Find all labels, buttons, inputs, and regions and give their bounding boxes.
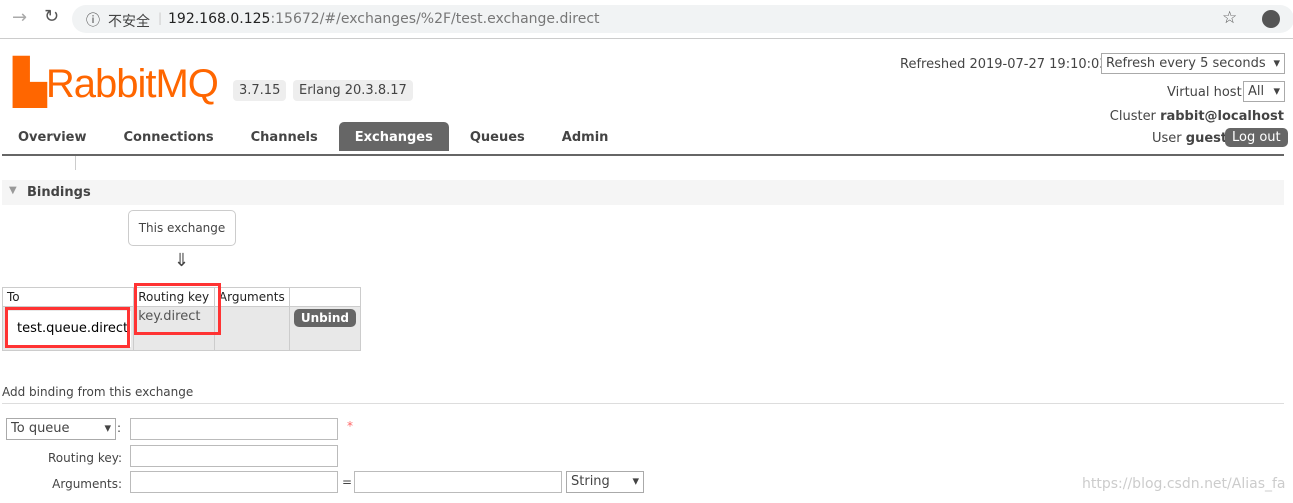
star-icon[interactable]: ☆ (1222, 8, 1237, 28)
add-binding-title: Add binding from this exchange (2, 385, 194, 399)
destination-input[interactable] (130, 418, 338, 440)
arguments-label: Arguments: (52, 477, 122, 491)
argument-value-input[interactable] (354, 471, 562, 493)
reload-icon[interactable]: ↻ (44, 6, 59, 27)
bindings-title: Bindings (27, 185, 91, 200)
collapse-triangle-icon: ▼ (9, 185, 17, 196)
binding-arguments (213, 306, 290, 351)
cluster-info: Cluster rabbit@localhost (1109, 109, 1284, 124)
tab-admin[interactable]: Admin (546, 122, 625, 151)
routing-key-input[interactable] (130, 445, 338, 467)
url-path: :15672/#/exchanges/%2F/test.exchange.dir… (270, 11, 600, 27)
down-arrow-icon: ⇓ (174, 250, 190, 271)
address-bar[interactable]: ⓘ 不安全 | 192.168.0.125:15672/#/exchanges/… (72, 5, 1293, 33)
equals-sign: = (342, 475, 353, 489)
destination-type-select[interactable]: To queue ▾ (6, 418, 116, 440)
argument-key-input[interactable] (130, 471, 338, 493)
refresh-select[interactable]: Refresh every 5 seconds ▾ (1101, 53, 1285, 74)
logout-button[interactable]: Log out (1225, 128, 1288, 147)
browser-toolbar: → ↻ ⓘ 不安全 | 192.168.0.125:15672/#/exchan… (0, 0, 1293, 39)
erlang-badge: Erlang 20.3.8.17 (293, 80, 413, 101)
vhost-select[interactable]: All ▾ (1243, 81, 1285, 102)
tab-connections[interactable]: Connections (108, 122, 230, 151)
highlight-to (5, 307, 130, 348)
nav-divider (2, 154, 1284, 156)
profile-icon[interactable] (1262, 10, 1280, 28)
header-to: To (1, 287, 135, 307)
unbind-button[interactable]: Unbind (293, 309, 356, 327)
tab-overview[interactable]: Overview (2, 122, 103, 151)
logo: ▙RabbitMQ (13, 58, 219, 107)
required-marker: * (347, 419, 353, 433)
user-info: User guest (1152, 131, 1228, 146)
this-exchange-box: This exchange (128, 210, 236, 246)
forward-icon[interactable]: → (12, 7, 27, 28)
vhost-label: Virtual host (1167, 85, 1242, 100)
argument-type-select[interactable]: String ▾ (566, 471, 644, 493)
security-label: 不安全 (108, 14, 150, 30)
watermark: https://blog.csdn.net/Alias_fa (1082, 476, 1286, 492)
info-icon: ⓘ (86, 13, 100, 29)
url-host: 192.168.0.125 (168, 11, 271, 27)
header-arguments: Arguments (213, 287, 290, 307)
tab-channels[interactable]: Channels (235, 122, 334, 151)
refreshed-text: Refreshed 2019-07-27 19:10:03 (900, 57, 1108, 72)
routing-key-label: Routing key: (48, 451, 122, 465)
tab-exchanges[interactable]: Exchanges (338, 122, 449, 151)
bindings-section-header[interactable]: ▼ Bindings (2, 180, 1284, 205)
tab-queues[interactable]: Queues (454, 122, 541, 151)
version-badge: 3.7.15 (233, 80, 287, 101)
main-nav: Overview Connections Channels Exchanges … (2, 122, 624, 151)
highlight-routing-key (134, 283, 221, 335)
